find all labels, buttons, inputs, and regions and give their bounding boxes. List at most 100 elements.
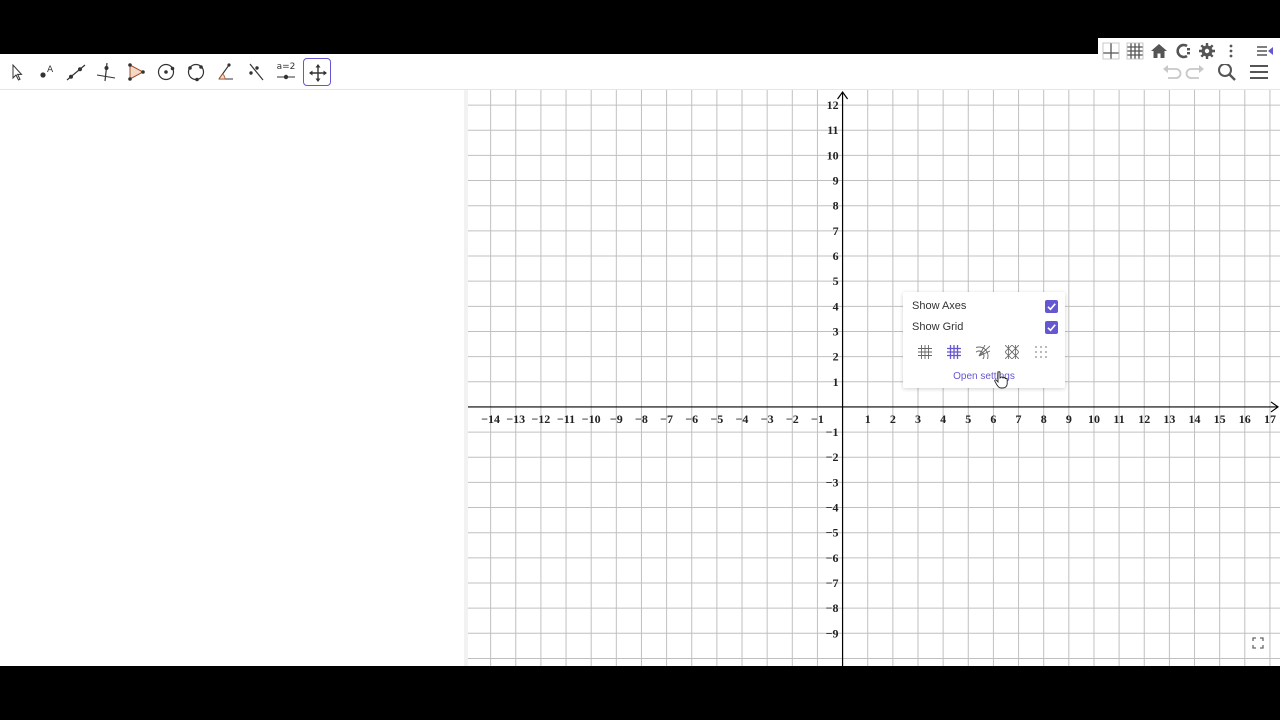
y-tick-label: −5 — [826, 526, 839, 540]
y-tick-label: 1 — [833, 375, 839, 389]
slider-tool-button[interactable]: a=2 — [272, 58, 300, 86]
grid-option-dots[interactable] — [1029, 342, 1053, 362]
perpendicular-line-tool-button[interactable] — [92, 58, 120, 86]
circle-center-point-tool-button[interactable] — [152, 58, 180, 86]
y-tick-label: −2 — [826, 450, 839, 464]
arrow-pointer-icon — [12, 63, 23, 81]
show-axes-checkbox[interactable] — [1045, 300, 1058, 313]
x-tick-label: 3 — [915, 412, 921, 426]
home-icon — [1151, 44, 1167, 58]
x-tick-label: 10 — [1088, 412, 1100, 426]
x-tick-label: 15 — [1214, 412, 1226, 426]
toolbar: A a=2 — [0, 54, 1280, 90]
x-tick-label: −8 — [635, 412, 648, 426]
x-tick-label: −2 — [786, 412, 799, 426]
axes-grid-popup: Show Axes Show Grid Open settings — [903, 292, 1065, 388]
x-tick-label: −4 — [736, 412, 749, 426]
y-tick-label: −9 — [826, 626, 839, 640]
x-tick-label: 17 — [1264, 412, 1276, 426]
x-tick-label: 13 — [1163, 412, 1175, 426]
line-tool-button[interactable] — [62, 58, 90, 86]
y-tick-label: 12 — [827, 98, 839, 112]
toggle-grid-button[interactable] — [1124, 40, 1146, 62]
line-icon — [66, 64, 86, 81]
x-tick-label: 11 — [1113, 412, 1124, 426]
more-options-button[interactable] — [1220, 40, 1242, 62]
y-tick-label: 8 — [833, 199, 839, 213]
checkmark-icon — [1047, 324, 1056, 332]
major-grid-icon — [947, 345, 961, 359]
y-tick-label: −4 — [826, 501, 839, 515]
toggle-style-bar-button[interactable] — [1254, 40, 1276, 62]
open-settings-link[interactable]: Open settings — [903, 371, 1065, 382]
y-tick-label: −3 — [826, 475, 839, 489]
stylebar-toggle-icon — [1257, 46, 1273, 56]
x-tick-label: −7 — [660, 412, 673, 426]
move-tool-button[interactable] — [2, 58, 30, 86]
polygon-icon — [128, 63, 145, 81]
point-icon: A — [40, 65, 54, 78]
x-tick-label: 1 — [865, 412, 871, 426]
x-tick-label: −5 — [710, 412, 723, 426]
grid-option-polar[interactable] — [971, 342, 995, 362]
show-axes-row[interactable]: Show Axes — [912, 298, 1058, 316]
reflect-tool-button[interactable] — [242, 58, 270, 86]
y-tick-label: 3 — [833, 324, 839, 338]
x-tick-label: 16 — [1239, 412, 1251, 426]
y-tick-label: 7 — [833, 224, 839, 238]
graphics-view[interactable]: −14 −13 −12 −11 −10 −9 −8 −7 −6 −5 −4 −3 −2 −1 1 2 3 4 5 6 7… — [468, 90, 1280, 666]
isometric-grid-icon — [1005, 345, 1019, 359]
fullscreen-icon[interactable] — [1252, 637, 1264, 649]
y-tick-label: −1 — [826, 425, 839, 439]
grid-option-isometric[interactable] — [1000, 342, 1024, 362]
x-tick-label: 5 — [965, 412, 971, 426]
y-tick-label: 10 — [827, 148, 839, 162]
graphics-style-bar — [1098, 38, 1280, 64]
x-tick-label: 14 — [1189, 412, 1201, 426]
geogebra-app: A a=2 −14 −13 −12 −11 −10 −9 −8 −7 −6 −5… — [0, 54, 1280, 666]
x-tick-label: 7 — [1016, 412, 1022, 426]
circle-three-points-icon — [187, 63, 205, 82]
svg-text:A: A — [47, 65, 54, 75]
grid-toggle-icon — [1126, 42, 1144, 60]
point-capturing-icon — [1176, 43, 1190, 59]
x-tick-label: −6 — [685, 412, 698, 426]
x-tick-label: −14 — [481, 412, 500, 426]
graphics-settings-button[interactable] — [1196, 40, 1218, 62]
circle-three-points-tool-button[interactable] — [182, 58, 210, 86]
x-tick-label: −9 — [610, 412, 623, 426]
show-grid-row[interactable]: Show Grid — [912, 319, 1058, 337]
show-axes-label: Show Axes — [912, 300, 967, 312]
x-tick-label: −10 — [582, 412, 601, 426]
angle-tool-button[interactable] — [212, 58, 240, 86]
circle-icon — [157, 63, 175, 81]
show-grid-checkbox[interactable] — [1045, 321, 1058, 334]
move-view-icon — [309, 64, 327, 82]
x-tick-label: 12 — [1138, 412, 1150, 426]
x-tick-label: −13 — [506, 412, 525, 426]
grid-option-major-minor[interactable] — [913, 342, 937, 362]
toggle-axes-button[interactable] — [1100, 40, 1122, 62]
move-graphics-view-tool-button[interactable] — [303, 58, 331, 86]
dots-grid-icon — [1035, 346, 1047, 358]
show-grid-label: Show Grid — [912, 321, 964, 333]
polygon-tool-button[interactable] — [122, 58, 150, 86]
perpendicular-icon — [96, 62, 116, 82]
y-tick-label: 9 — [833, 174, 839, 188]
coordinate-plane[interactable]: −14 −13 −12 −11 −10 −9 −8 −7 −6 −5 −4 −3 −2 −1 1 2 3 4 5 6 7… — [468, 90, 1280, 666]
y-tick-label: −8 — [826, 601, 839, 615]
x-tick-label: −3 — [761, 412, 774, 426]
more-vertical-icon — [1229, 44, 1233, 58]
grid-option-major[interactable] — [942, 342, 966, 362]
point-tool-button[interactable]: A — [32, 58, 60, 86]
x-tick-label: 8 — [1041, 412, 1047, 426]
reflect-icon — [249, 63, 264, 81]
x-tick-label: −1 — [811, 412, 824, 426]
point-capturing-button[interactable] — [1172, 40, 1194, 62]
standard-view-button[interactable] — [1148, 40, 1170, 62]
hand-cursor-icon — [994, 371, 1008, 389]
polar-grid-icon — [976, 345, 990, 359]
algebra-view[interactable] — [0, 90, 464, 666]
x-tick-label: 2 — [890, 412, 896, 426]
x-tick-label: −12 — [531, 412, 550, 426]
